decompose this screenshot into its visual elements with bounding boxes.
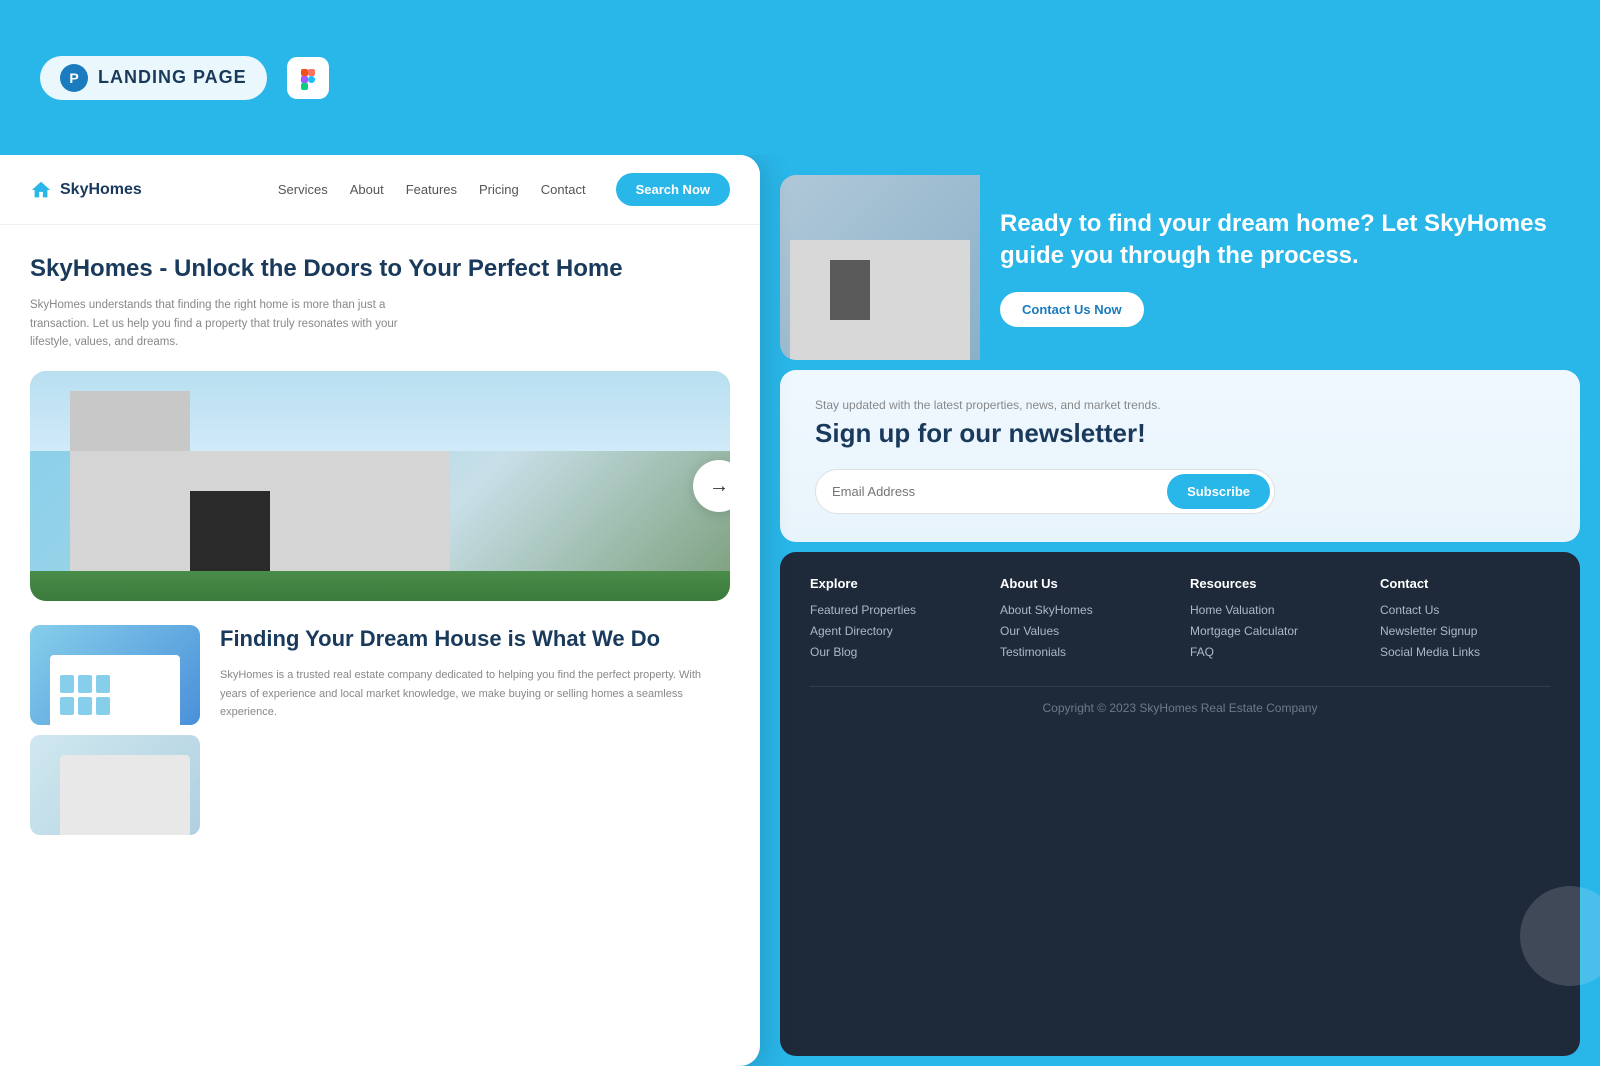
hero-title: SkyHomes - Unlock the Doors to Your Perf… [30, 253, 730, 284]
footer-link-featured[interactable]: Featured Properties [810, 603, 980, 617]
nav-contact[interactable]: Contact [541, 182, 586, 197]
newsletter-title: Sign up for our newsletter! [815, 418, 1545, 449]
footer-grid: Explore Featured Properties Agent Direct… [810, 576, 1550, 666]
left-panel: SkyHomes Services About Features Pricing… [0, 155, 760, 1066]
nav-services[interactable]: Services [278, 182, 328, 197]
contact-us-button[interactable]: Contact Us Now [1000, 292, 1144, 327]
cta-title: Ready to find your dream home? Let SkyHo… [1000, 208, 1550, 273]
footer-heading-contact: Contact [1380, 576, 1550, 591]
newsletter-section: Stay updated with the latest properties,… [780, 370, 1580, 542]
property-thumb-2 [30, 735, 200, 835]
site-nav: SkyHomes Services About Features Pricing… [0, 155, 760, 225]
home-icon [30, 179, 52, 201]
main-content: SkyHomes Services About Features Pricing… [0, 155, 1600, 1066]
figma-icon [287, 57, 329, 99]
footer-heading-about: About Us [1000, 576, 1170, 591]
thumb2-building [60, 755, 190, 835]
nav-pricing[interactable]: Pricing [479, 182, 519, 197]
subscribe-button[interactable]: Subscribe [1167, 474, 1270, 509]
property-thumb-1 [30, 625, 200, 725]
footer-link-newsletter-signup[interactable]: Newsletter Signup [1380, 624, 1550, 638]
footer-link-social[interactable]: Social Media Links [1380, 645, 1550, 659]
footer: Explore Featured Properties Agent Direct… [780, 552, 1580, 1056]
finding-title: Finding Your Dream House is What We Do [220, 625, 730, 654]
hero-section: SkyHomes - Unlock the Doors to Your Perf… [0, 225, 760, 371]
building-top [70, 391, 190, 451]
footer-col-resources: Resources Home Valuation Mortgage Calcul… [1190, 576, 1360, 666]
footer-link-blog[interactable]: Our Blog [810, 645, 980, 659]
footer-col-explore: Explore Featured Properties Agent Direct… [810, 576, 980, 666]
site-logo: SkyHomes [30, 179, 142, 201]
footer-heading-explore: Explore [810, 576, 980, 591]
footer-col-about: About Us About SkyHomes Our Values Testi… [1000, 576, 1170, 666]
right-panel: Ready to find your dream home? Let SkyHo… [760, 155, 1600, 1066]
finding-text: Finding Your Dream House is What We Do S… [220, 625, 730, 835]
footer-link-testimonials[interactable]: Testimonials [1000, 645, 1170, 659]
footer-link-contact-us[interactable]: Contact Us [1380, 603, 1550, 617]
footer-heading-resources: Resources [1190, 576, 1360, 591]
left-bottom: Finding Your Dream House is What We Do S… [0, 601, 760, 859]
nav-about[interactable]: About [350, 182, 384, 197]
arrow-button[interactable]: → [693, 460, 730, 512]
landing-label: LANDING PAGE [98, 67, 247, 88]
grass [30, 571, 730, 601]
search-button[interactable]: Search Now [616, 173, 730, 206]
hero-image: → [30, 371, 730, 601]
footer-col-contact: Contact Contact Us Newsletter Signup Soc… [1380, 576, 1550, 666]
nav-links: Services About Features Pricing Contact [278, 182, 586, 197]
building-dark [190, 491, 270, 581]
top-bar: P LANDING PAGE [0, 0, 1600, 155]
footer-copyright: Copyright © 2023 SkyHomes Real Estate Co… [810, 686, 1550, 715]
finding-desc: SkyHomes is a trusted real estate compan… [220, 666, 730, 722]
logo-text: SkyHomes [60, 181, 142, 199]
dream-cta: Ready to find your dream home? Let SkyHo… [780, 175, 1580, 360]
footer-link-faq[interactable]: FAQ [1190, 645, 1360, 659]
hero-desc: SkyHomes understands that finding the ri… [30, 296, 410, 351]
footer-link-mortgage[interactable]: Mortgage Calculator [1190, 624, 1360, 638]
landing-badge: P LANDING PAGE [40, 56, 267, 100]
footer-link-values[interactable]: Our Values [1000, 624, 1170, 638]
property-thumbnails [30, 625, 200, 835]
footer-link-valuation[interactable]: Home Valuation [1190, 603, 1360, 617]
email-input[interactable] [832, 474, 1167, 509]
nav-features[interactable]: Features [406, 182, 457, 197]
newsletter-sub-text: Stay updated with the latest properties,… [815, 398, 1545, 412]
cta-building [790, 240, 970, 360]
cta-building-dark [830, 260, 870, 320]
footer-link-agent[interactable]: Agent Directory [810, 624, 980, 638]
cta-image [780, 175, 980, 360]
cta-content: Ready to find your dream home? Let SkyHo… [1000, 208, 1550, 328]
footer-link-about-skyhomes[interactable]: About SkyHomes [1000, 603, 1170, 617]
newsletter-form: Subscribe [815, 469, 1275, 514]
thumb1-windows [60, 675, 110, 715]
p-icon: P [60, 64, 88, 92]
